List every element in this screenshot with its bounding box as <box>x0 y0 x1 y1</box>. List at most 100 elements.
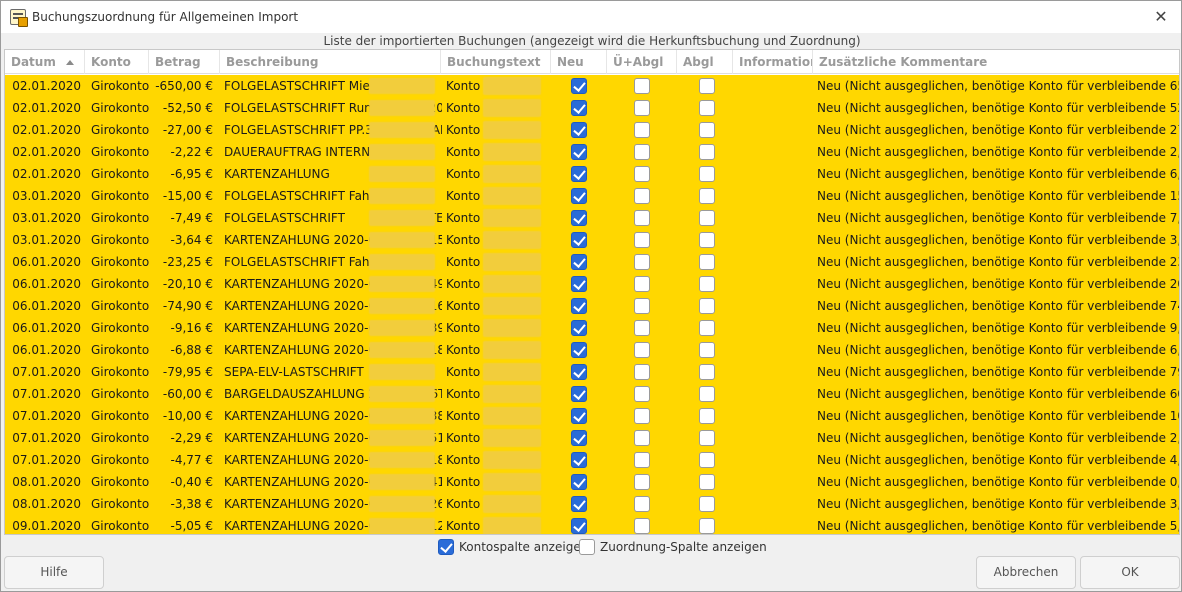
table-row[interactable]: 07.01.2020 Girokonto -79,95 € SEPA-ELV-LAST… <box>5 361 1179 383</box>
table-row[interactable]: 03.01.2020 Girokonto -3,64 € KARTENZAHLUNG … <box>5 229 1179 251</box>
ue-abgl-checkbox[interactable] <box>634 122 650 138</box>
ue-abgl-checkbox[interactable] <box>634 518 650 534</box>
abgl-checkbox[interactable] <box>699 408 715 424</box>
abgl-checkbox[interactable] <box>699 232 715 248</box>
column-header-beschreibung[interactable]: Beschreibung <box>220 50 441 74</box>
table-row[interactable]: 02.01.2020 Girokonto -27,00 € FOLGELASTSCHR… <box>5 119 1179 141</box>
table-row[interactable]: 02.01.2020 Girokonto -52,50 € FOLGELASTSCHR… <box>5 97 1179 119</box>
abgl-checkbox[interactable] <box>699 518 715 534</box>
abgl-checkbox[interactable] <box>699 276 715 292</box>
table-row[interactable]: 02.01.2020 Girokonto -6,95 € KARTENZAHLUNG K… <box>5 163 1179 185</box>
column-header-buchungstext[interactable]: Buchungstext <box>441 50 551 74</box>
abgl-checkbox[interactable] <box>699 386 715 402</box>
checkbox-icon[interactable] <box>579 539 595 555</box>
column-header-datum[interactable]: Datum <box>5 50 85 74</box>
ue-abgl-checkbox[interactable] <box>634 474 650 490</box>
abgl-checkbox[interactable] <box>699 254 715 270</box>
ue-abgl-checkbox[interactable] <box>634 320 650 336</box>
neu-checkbox[interactable] <box>571 166 587 182</box>
abgl-checkbox[interactable] <box>699 342 715 358</box>
table-row[interactable]: 06.01.2020 Girokonto -9,16 € KARTENZAHLUNG … <box>5 317 1179 339</box>
neu-checkbox[interactable] <box>571 496 587 512</box>
help-button[interactable]: Hilfe <box>4 556 104 589</box>
abgl-checkbox[interactable] <box>699 452 715 468</box>
ue-abgl-checkbox[interactable] <box>634 386 650 402</box>
column-header-ue-abgl[interactable]: Ü+Abgl <box>607 50 677 74</box>
neu-checkbox[interactable] <box>571 254 587 270</box>
abgl-checkbox[interactable] <box>699 496 715 512</box>
neu-checkbox[interactable] <box>571 320 587 336</box>
neu-checkbox[interactable] <box>571 452 587 468</box>
table-row[interactable]: 06.01.2020 Girokonto -20,10 € KARTENZAHLUNG… <box>5 273 1179 295</box>
neu-checkbox[interactable] <box>571 342 587 358</box>
abgl-checkbox[interactable] <box>699 320 715 336</box>
abgl-checkbox[interactable] <box>699 166 715 182</box>
column-header-abgl[interactable]: Abgl <box>677 50 733 74</box>
neu-checkbox[interactable] <box>571 100 587 116</box>
table-row[interactable]: 09.01.2020 Girokonto -5,05 € KARTENZAHLUNG … <box>5 515 1179 534</box>
table-row[interactable]: 08.01.2020 Girokonto -0,40 € KARTENZAHLUNG … <box>5 471 1179 493</box>
table-row[interactable]: 07.01.2020 Girokonto -60,00 € BARGELDAUSZAH… <box>5 383 1179 405</box>
table-row[interactable]: 02.01.2020 Girokonto -2,22 € DAUERAUFTRAG I… <box>5 141 1179 163</box>
cancel-button[interactable]: Abbrechen <box>976 556 1076 589</box>
ue-abgl-checkbox[interactable] <box>634 276 650 292</box>
ue-abgl-checkbox[interactable] <box>634 408 650 424</box>
abgl-checkbox[interactable] <box>699 474 715 490</box>
ue-abgl-checkbox[interactable] <box>634 144 650 160</box>
checkbox-icon[interactable] <box>438 539 454 555</box>
ue-abgl-checkbox[interactable] <box>634 254 650 270</box>
ue-abgl-checkbox[interactable] <box>634 452 650 468</box>
neu-checkbox[interactable] <box>571 298 587 314</box>
column-header-kommentare[interactable]: Zusätzliche Kommentare <box>813 50 1179 74</box>
neu-checkbox[interactable] <box>571 232 587 248</box>
neu-checkbox[interactable] <box>571 386 587 402</box>
ue-abgl-checkbox[interactable] <box>634 430 650 446</box>
abgl-checkbox[interactable] <box>699 188 715 204</box>
ue-abgl-checkbox[interactable] <box>634 496 650 512</box>
table-row[interactable]: 03.01.2020 Girokonto -15,00 € FOLGELASTSCHR… <box>5 185 1179 207</box>
column-header-betrag[interactable]: Betrag <box>149 50 220 74</box>
table-row[interactable]: 07.01.2020 Girokonto -4,77 € KARTENZAHLUNG … <box>5 449 1179 471</box>
table-row[interactable]: 07.01.2020 Girokonto -2,29 € KARTENZAHLUNG … <box>5 427 1179 449</box>
abgl-checkbox[interactable] <box>699 210 715 226</box>
column-header-konto[interactable]: Konto <box>85 50 149 74</box>
abgl-checkbox[interactable] <box>699 430 715 446</box>
neu-checkbox[interactable] <box>571 188 587 204</box>
column-header-neu[interactable]: Neu <box>551 50 607 74</box>
ue-abgl-checkbox[interactable] <box>634 100 650 116</box>
ue-abgl-checkbox[interactable] <box>634 364 650 380</box>
ok-button[interactable]: OK <box>1080 556 1180 589</box>
table-row[interactable]: 03.01.2020 Girokonto -7,49 € FOLGELASTSCHRI… <box>5 207 1179 229</box>
column-header-information[interactable]: Information <box>733 50 813 74</box>
neu-checkbox[interactable] <box>571 144 587 160</box>
neu-checkbox[interactable] <box>571 364 587 380</box>
ue-abgl-checkbox[interactable] <box>634 298 650 314</box>
ue-abgl-checkbox[interactable] <box>634 166 650 182</box>
table-row[interactable]: 08.01.2020 Girokonto -3,38 € KARTENZAHLUNG … <box>5 493 1179 515</box>
table-row[interactable]: 02.01.2020 Girokonto -650,00 € FOLGELASTSCH… <box>5 75 1179 97</box>
ue-abgl-checkbox[interactable] <box>634 232 650 248</box>
table-row[interactable]: 06.01.2020 Girokonto -23,25 € FOLGELASTSCHR… <box>5 251 1179 273</box>
ue-abgl-checkbox[interactable] <box>634 78 650 94</box>
abgl-checkbox[interactable] <box>699 78 715 94</box>
neu-checkbox[interactable] <box>571 122 587 138</box>
show-account-column-checkbox[interactable]: Kontospalte anzeigen <box>438 538 588 556</box>
neu-checkbox[interactable] <box>571 276 587 292</box>
neu-checkbox[interactable] <box>571 518 587 534</box>
neu-checkbox[interactable] <box>571 408 587 424</box>
abgl-checkbox[interactable] <box>699 100 715 116</box>
ue-abgl-checkbox[interactable] <box>634 188 650 204</box>
transactions-table[interactable]: Datum Konto Betrag Beschreibung Buchungs… <box>4 49 1180 535</box>
neu-checkbox[interactable] <box>571 474 587 490</box>
table-row[interactable]: 06.01.2020 Girokonto -6,88 € KARTENZAHLUNG … <box>5 339 1179 361</box>
abgl-checkbox[interactable] <box>699 364 715 380</box>
close-button[interactable]: ✕ <box>1151 7 1171 27</box>
abgl-checkbox[interactable] <box>699 298 715 314</box>
ue-abgl-checkbox[interactable] <box>634 210 650 226</box>
abgl-checkbox[interactable] <box>699 122 715 138</box>
neu-checkbox[interactable] <box>571 78 587 94</box>
table-row[interactable]: 07.01.2020 Girokonto -10,00 € KARTENZAHLUNG… <box>5 405 1179 427</box>
show-assignment-column-checkbox[interactable]: Zuordnung-Spalte anzeigen <box>579 538 767 556</box>
table-row[interactable]: 06.01.2020 Girokonto -74,90 € KARTENZAHLUNG… <box>5 295 1179 317</box>
ue-abgl-checkbox[interactable] <box>634 342 650 358</box>
